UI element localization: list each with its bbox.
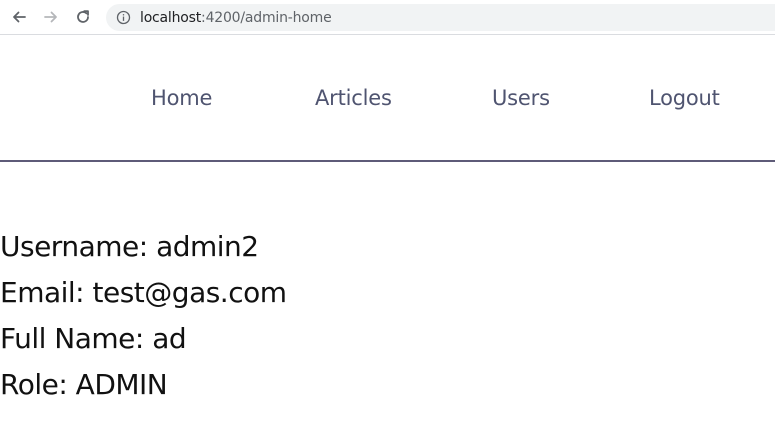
nav-link-users[interactable]: Users xyxy=(492,86,550,110)
profile-full-name: Full Name: ad xyxy=(0,322,187,355)
profile-role: Role: ADMIN xyxy=(0,368,168,401)
url-text[interactable]: localhost:4200/admin-home xyxy=(140,10,332,26)
site-header: Home Articles Users Logout xyxy=(0,36,775,162)
back-button[interactable] xyxy=(8,6,30,28)
forward-button[interactable] xyxy=(40,6,62,28)
profile-username: Username: admin2 xyxy=(0,230,259,263)
profile-email: Email: test@gas.com xyxy=(0,276,287,309)
info-icon[interactable] xyxy=(115,10,131,26)
nav-link-logout[interactable]: Logout xyxy=(649,86,720,110)
reload-icon xyxy=(77,10,89,23)
browser-toolbar: localhost:4200/admin-home xyxy=(0,0,775,35)
url-path: :4200/admin-home xyxy=(201,9,332,26)
nav-link-home[interactable]: Home xyxy=(151,86,212,110)
admin-profile: Username: admin2 Email: test@gas.com Ful… xyxy=(0,224,287,408)
url-host: localhost xyxy=(140,9,202,26)
arrow-left-icon xyxy=(13,11,26,23)
address-bar[interactable]: localhost:4200/admin-home xyxy=(106,4,775,31)
nav-link-articles[interactable]: Articles xyxy=(315,86,392,110)
reload-button[interactable] xyxy=(72,6,94,28)
arrow-right-icon xyxy=(44,11,57,23)
